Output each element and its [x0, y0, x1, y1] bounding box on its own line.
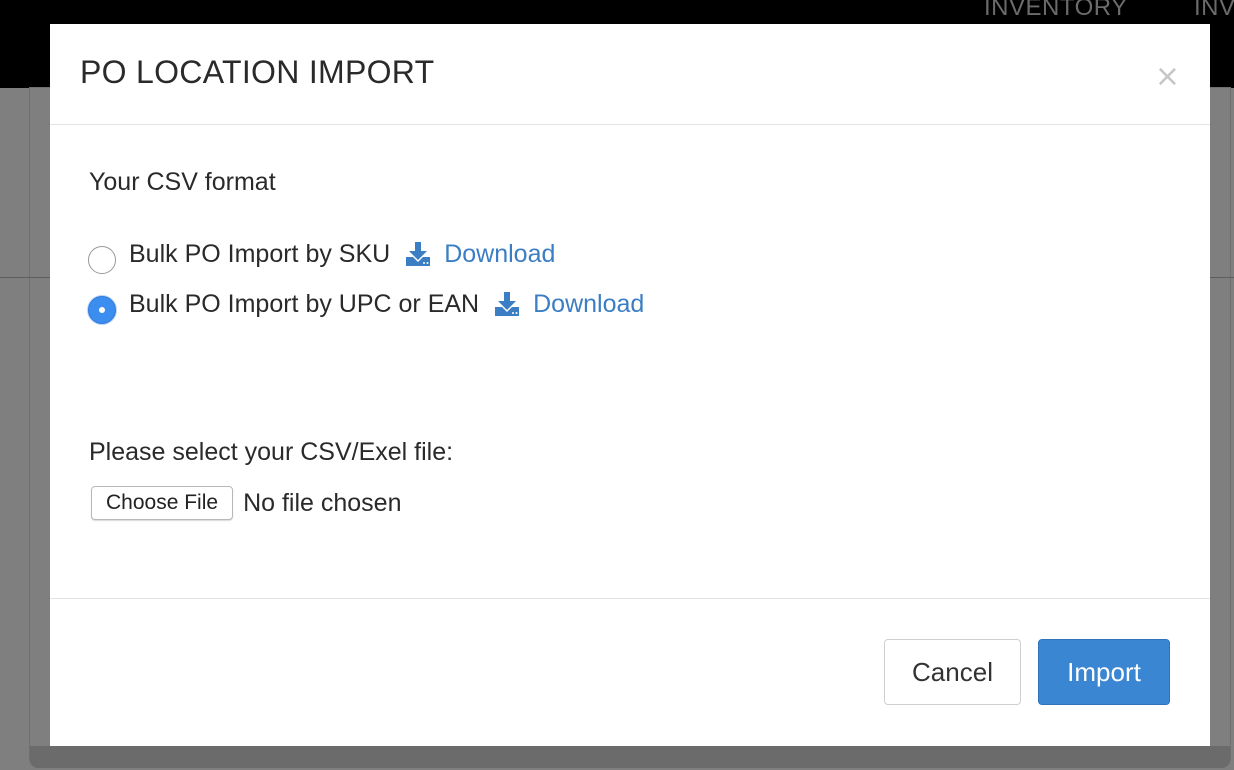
option-label-upc-ean: Bulk PO Import by UPC or EAN: [129, 289, 480, 318]
modal-footer: Cancel Import: [50, 598, 1210, 746]
file-input[interactable]: Choose File No file chosen: [91, 486, 402, 520]
radio-upc-ean[interactable]: [88, 296, 116, 324]
po-location-import-modal: PO LOCATION IMPORT × Your CSV format Bul…: [50, 24, 1210, 746]
option-bulk-po-sku[interactable]: Bulk PO Import by SKU Download: [88, 234, 555, 274]
modal-header: PO LOCATION IMPORT ×: [50, 24, 1210, 125]
background-panel-bottom: [30, 746, 1230, 768]
cancel-button[interactable]: Cancel: [884, 639, 1021, 705]
download-icon: [406, 242, 431, 266]
choose-file-button[interactable]: Choose File: [91, 486, 234, 520]
modal-body: Your CSV format Bulk PO Import by SKU Do…: [50, 126, 1210, 598]
modal-title: PO LOCATION IMPORT: [80, 54, 435, 90]
option-bulk-po-upc-ean[interactable]: Bulk PO Import by UPC or EAN Download: [88, 284, 644, 324]
download-link-upc-ean[interactable]: Download: [493, 290, 644, 319]
file-status: No file chosen: [243, 488, 402, 517]
import-button[interactable]: Import: [1038, 639, 1170, 705]
radio-sku[interactable]: [88, 246, 116, 274]
option-label-sku: Bulk PO Import by SKU: [129, 239, 391, 268]
close-icon[interactable]: ×: [1155, 62, 1180, 92]
nav-item-inv[interactable]: INV: [1194, 0, 1234, 22]
download-icon: [495, 292, 520, 316]
download-label-sku: Download: [444, 239, 556, 268]
nav-item-inventory[interactable]: INVENTORY: [984, 0, 1128, 22]
file-select-label: Please select your CSV/Exel file:: [89, 438, 454, 466]
csv-format-label: Your CSV format: [89, 168, 276, 196]
download-label-upc-ean: Download: [533, 289, 645, 318]
download-link-sku[interactable]: Download: [404, 240, 555, 269]
